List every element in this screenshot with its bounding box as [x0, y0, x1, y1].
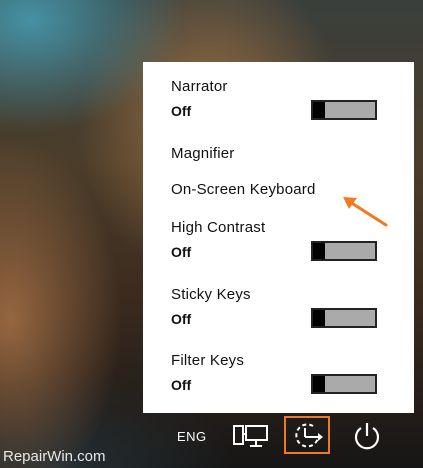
toggle-knob	[313, 243, 325, 259]
ease-of-access-icon	[295, 423, 323, 448]
filter-keys-toggle[interactable]	[311, 374, 377, 394]
toggle-knob	[313, 102, 325, 118]
narrator-label: Narrator	[171, 78, 228, 95]
toggle-knob	[313, 310, 325, 326]
annotation-arrow-icon	[343, 197, 388, 227]
sticky-keys-state: Off	[171, 311, 192, 327]
language-indicator[interactable]: ENG	[177, 429, 207, 444]
sticky-keys-toggle[interactable]	[311, 308, 377, 328]
filter-keys-label: Filter Keys	[171, 352, 245, 369]
ease-of-access-panel: Narrator Off Magnifier On-Screen Keyboar…	[143, 62, 414, 413]
watermark: RepairWin.com	[3, 448, 106, 465]
sticky-keys-label: Sticky Keys	[171, 286, 251, 303]
ease-of-access-button[interactable]	[284, 416, 330, 454]
power-icon[interactable]	[352, 421, 382, 451]
narrator-toggle[interactable]	[311, 100, 377, 120]
magnifier-option[interactable]: Magnifier	[171, 145, 235, 162]
high-contrast-toggle[interactable]	[311, 241, 377, 261]
network-icon[interactable]	[232, 423, 270, 449]
toggle-knob	[313, 376, 325, 392]
high-contrast-state: Off	[171, 244, 192, 260]
filter-keys-state: Off	[171, 377, 192, 393]
narrator-state: Off	[171, 103, 192, 119]
high-contrast-label: High Contrast	[171, 219, 266, 236]
on-screen-keyboard-option[interactable]: On-Screen Keyboard	[171, 181, 316, 198]
